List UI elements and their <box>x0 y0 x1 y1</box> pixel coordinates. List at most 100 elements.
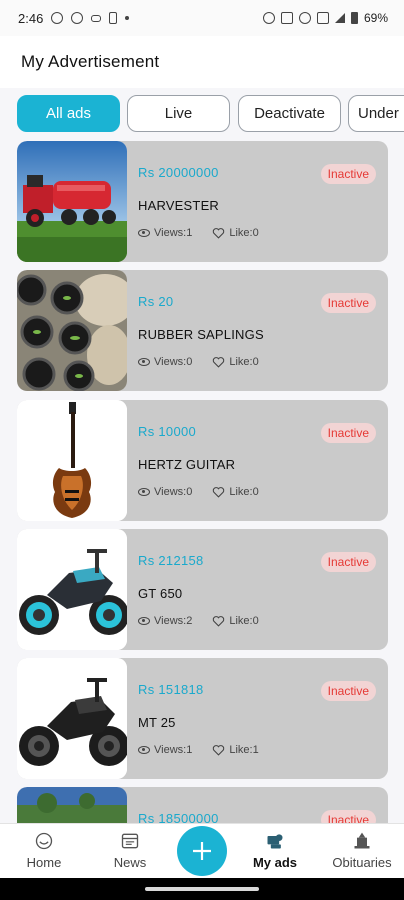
sim-icon <box>109 12 118 24</box>
views-count: Views:0 <box>154 356 193 368</box>
nav-obituaries[interactable]: Obituaries <box>325 824 399 879</box>
motorcycle-image <box>17 658 127 779</box>
status-badge: Inactive <box>320 423 376 443</box>
building-image <box>17 787 127 823</box>
heart-icon <box>213 357 225 368</box>
battery-percent: 69% <box>363 11 388 25</box>
views-stat: Views:2 <box>138 615 192 627</box>
ad-price: Rs 10000 <box>138 424 197 439</box>
status-badge: Inactive <box>320 552 376 572</box>
likes-stat: Like:0 <box>212 615 259 627</box>
status-badge: Inactive <box>320 164 376 184</box>
eye-icon <box>138 229 150 237</box>
ad-title: MT 25 <box>138 715 176 730</box>
likes-count: Like:0 <box>229 227 259 239</box>
filter-deactivate[interactable]: Deactivate <box>238 95 341 132</box>
status-badge: Inactive <box>320 810 376 823</box>
heart-icon <box>213 228 225 239</box>
ad-card[interactable]: Rs 151818 Inactive MT 25 Views:1 Like:1 <box>17 658 388 779</box>
ad-stats: Views:1 Like:1 <box>138 744 259 756</box>
nav-home-label: Home <box>26 855 62 870</box>
ad-title: HERTZ GUITAR <box>138 457 236 472</box>
alarm-icon <box>262 12 275 24</box>
page-title: My Advertisement <box>21 52 160 71</box>
signal-icon <box>334 13 345 23</box>
status-bar: 2:46 69% <box>0 0 404 36</box>
likes-stat: Like:0 <box>212 356 259 368</box>
ad-title: GT 650 <box>138 586 183 601</box>
nav-my-ads-label: My ads <box>252 855 298 870</box>
nav-news[interactable]: News <box>105 824 155 879</box>
nav-my-ads[interactable]: My ads <box>247 824 303 879</box>
eye-icon <box>138 358 150 366</box>
views-count: Views:1 <box>154 744 193 756</box>
app-notification-icon <box>71 12 84 24</box>
news-icon <box>121 833 139 849</box>
filter-tabs: All ads Live Deactivate Under <box>17 95 404 133</box>
heart-icon <box>213 745 225 756</box>
ad-card[interactable]: Rs 20000000 Inactive HARVESTER Views:1 L… <box>17 141 388 262</box>
ad-price: Rs 18500000 <box>138 811 219 823</box>
status-time: 2:46 <box>18 10 44 26</box>
likes-count: Like:0 <box>229 356 259 368</box>
ad-stats: Views:2 Like:0 <box>138 615 259 627</box>
network-5g-icon <box>316 12 329 24</box>
ad-stats: Views:0 Like:0 <box>138 486 259 498</box>
ad-stats: Views:1 Like:0 <box>138 227 259 239</box>
hotspot-icon <box>298 12 311 24</box>
ad-card[interactable]: Rs 212158 Inactive GT 650 Views:2 Like:0 <box>17 529 388 650</box>
add-ad-button[interactable] <box>177 826 227 876</box>
ad-price: Rs 212158 <box>138 553 204 568</box>
likes-count: Like:0 <box>229 486 259 498</box>
heart-icon <box>213 616 225 627</box>
obituaries-icon <box>354 832 370 849</box>
status-badge: Inactive <box>320 293 376 313</box>
ad-price: Rs 20000000 <box>138 165 219 180</box>
ad-list: Rs 20000000 Inactive HARVESTER Views:1 L… <box>17 141 388 823</box>
views-stat: Views:1 <box>138 744 192 756</box>
harvester-image <box>17 141 127 262</box>
views-stat: Views:1 <box>138 227 192 239</box>
likes-stat: Like:1 <box>212 744 259 756</box>
plus-icon <box>193 842 211 860</box>
ad-price: Rs 151818 <box>138 682 204 697</box>
ad-card[interactable]: Rs 20 Inactive RUBBER SAPLINGS Views:0 L… <box>17 270 388 391</box>
saplings-image <box>17 270 127 391</box>
ad-title: HARVESTER <box>138 198 220 213</box>
likes-count: Like:0 <box>229 615 259 627</box>
ad-card[interactable]: Rs 10000 Inactive HERTZ GUITAR Views:0 L… <box>17 400 388 521</box>
eye-icon <box>138 617 150 625</box>
likes-stat: Like:0 <box>212 486 259 498</box>
likes-count: Like:1 <box>229 744 259 756</box>
filter-under[interactable]: Under <box>348 95 404 132</box>
nav-news-label: News <box>113 855 147 870</box>
status-badge: Inactive <box>320 681 376 701</box>
heart-icon <box>213 487 225 498</box>
views-count: Views:0 <box>154 486 193 498</box>
ad-price: Rs 20 <box>138 294 174 309</box>
filter-live[interactable]: Live <box>127 95 230 132</box>
ad-stats: Views:0 Like:0 <box>138 356 259 368</box>
home-icon <box>35 832 53 850</box>
nav-obituaries-label: Obituaries <box>332 855 392 870</box>
views-count: Views:1 <box>154 227 193 239</box>
ad-card[interactable]: Rs 18500000 Inactive <box>17 787 388 823</box>
my-ads-icon <box>267 834 283 849</box>
motorcycle-image <box>17 529 127 650</box>
nav-home[interactable]: Home <box>18 824 70 879</box>
notification-icon <box>51 12 64 24</box>
link-icon <box>91 14 102 22</box>
views-stat: Views:0 <box>138 356 192 368</box>
views-stat: Views:0 <box>138 486 192 498</box>
gesture-bar <box>0 878 404 900</box>
guitar-image <box>17 400 127 521</box>
filter-all-ads[interactable]: All ads <box>17 95 120 132</box>
app-header: My Advertisement <box>0 36 404 88</box>
home-gesture-handle[interactable] <box>145 887 259 891</box>
likes-stat: Like:0 <box>212 227 259 239</box>
volte-icon <box>280 12 293 24</box>
eye-icon <box>138 488 150 496</box>
more-notifications-icon <box>125 16 130 20</box>
eye-icon <box>138 746 150 754</box>
ad-title: RUBBER SAPLINGS <box>138 327 264 342</box>
